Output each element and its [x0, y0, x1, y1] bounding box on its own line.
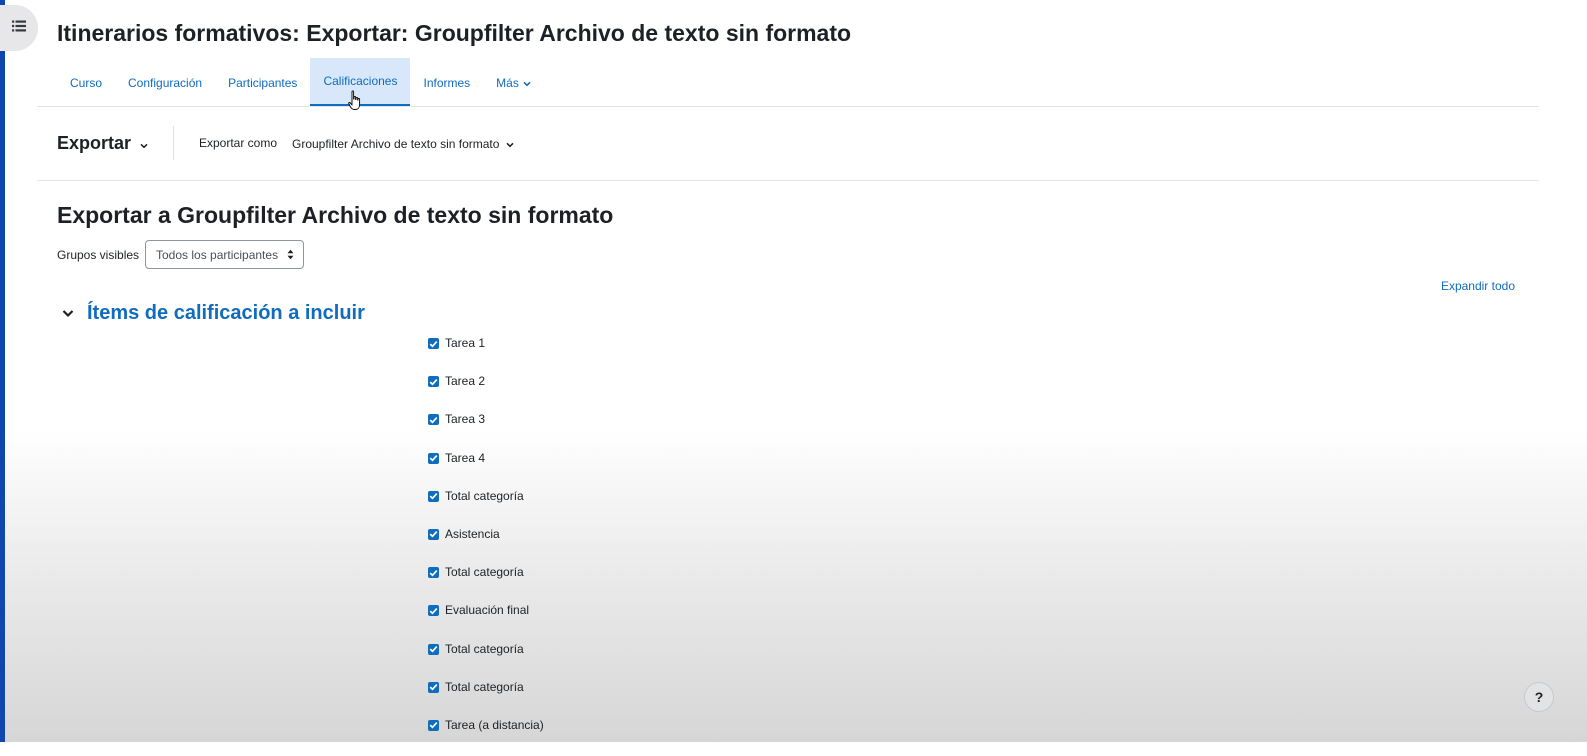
export-menu-label: Exportar [57, 133, 132, 153]
groups-select-value: Todos los participantes [156, 247, 279, 262]
groups-label: Grupos visibles [57, 248, 140, 262]
course-index-toggle-button[interactable] [0, 5, 38, 51]
select-arrows-icon [287, 249, 294, 263]
tab-curso[interactable]: Curso [57, 58, 115, 107]
grade-item: Evaluación final [428, 603, 544, 641]
grade-items-list: Tarea 1 Tarea 2 Tarea 3 Tarea 4 Total ca… [428, 336, 544, 756]
grade-item: Total categoría [428, 642, 544, 680]
tab-configuracion[interactable]: Configuración [115, 58, 215, 107]
tab-label: Configuración [128, 75, 203, 90]
export-format-value: Groupfilter Archivo de texto sin formato [292, 137, 500, 151]
grade-item-checkbox[interactable] [428, 528, 439, 540]
grade-item: Total categoría [428, 489, 544, 527]
chevron-down-icon [140, 133, 148, 154]
tab-label: Participantes [228, 75, 298, 90]
grade-item-checkbox[interactable] [428, 338, 439, 349]
grade-item-label: Tarea (a distancia) [445, 717, 544, 732]
grade-item-checkbox[interactable] [428, 376, 439, 388]
grade-item-checkbox[interactable] [428, 452, 439, 464]
tabs-divider [37, 106, 1539, 107]
help-button[interactable]: ? [1524, 682, 1554, 712]
grade-item-label: Evaluación final [445, 603, 530, 618]
tab-participantes[interactable]: Participantes [215, 58, 310, 107]
grade-item-label: Total categoría [445, 641, 524, 656]
tab-label: Informes [423, 75, 471, 90]
tab-label: Curso [70, 75, 103, 90]
grade-item-checkbox[interactable] [428, 605, 439, 617]
grade-item-label: Tarea 2 [445, 374, 486, 389]
grade-item-checkbox[interactable] [428, 414, 439, 426]
section-divider [37, 180, 1539, 181]
grade-item: Asistencia [428, 527, 544, 565]
grade-item-label: Total categoría [445, 565, 524, 580]
export-as-label: Exportar como [199, 136, 278, 150]
chevron-down-icon [62, 305, 74, 323]
tab-informes[interactable]: Informes [410, 58, 483, 107]
grade-item-label: Tarea 4 [445, 450, 486, 465]
list-icon [12, 19, 26, 37]
grade-item: Total categoría [428, 680, 544, 718]
grade-item-checkbox[interactable] [428, 567, 439, 579]
left-accent-bar [0, 0, 5, 742]
grade-item-label: Tarea 1 [445, 336, 486, 350]
groups-select[interactable]: Todos los participantes [145, 240, 304, 269]
grade-item: Tarea 1 [428, 336, 544, 374]
grade-item: Tarea (a distancia) [428, 718, 544, 756]
expand-all-link[interactable]: Expandir todo [1441, 279, 1515, 293]
grade-item: Tarea 4 [428, 451, 544, 489]
export-menu-dropdown[interactable]: Exportar [57, 133, 148, 154]
fieldset-legend: Ítems de calificación a incluir [87, 302, 365, 324]
export-heading: Exportar a Groupfilter Archivo de texto … [57, 202, 614, 228]
grade-item-checkbox[interactable] [428, 719, 439, 731]
grade-item-checkbox[interactable] [428, 490, 439, 502]
export-format-select[interactable]: Groupfilter Archivo de texto sin formato [292, 137, 514, 151]
fieldset-grade-items-toggle[interactable]: Ítems de calificación a incluir [62, 302, 365, 325]
grade-item-label: Total categoría [445, 679, 524, 694]
grade-item-label: Asistencia [445, 526, 500, 541]
chevron-down-icon [506, 137, 514, 151]
tab-label: Calificaciones [323, 74, 398, 88]
chevron-down-icon [523, 76, 531, 90]
grade-item: Tarea 3 [428, 412, 544, 450]
vertical-divider [173, 126, 174, 160]
hand-cursor-icon [348, 90, 363, 117]
grade-item-label: Tarea 3 [445, 412, 486, 427]
grade-item: Tarea 2 [428, 374, 544, 412]
grade-item-checkbox[interactable] [428, 643, 439, 655]
page-title: Itinerarios formativos: Exportar: Groupf… [57, 20, 852, 46]
grade-item-label: Total categoría [445, 488, 524, 503]
grade-item-checkbox[interactable] [428, 681, 439, 693]
tab-mas[interactable]: Más [483, 58, 544, 107]
tab-label: Más [496, 75, 519, 90]
grade-item: Total categoría [428, 565, 544, 603]
secondary-navigation: Curso Configuración Participantes Califi… [57, 58, 544, 107]
